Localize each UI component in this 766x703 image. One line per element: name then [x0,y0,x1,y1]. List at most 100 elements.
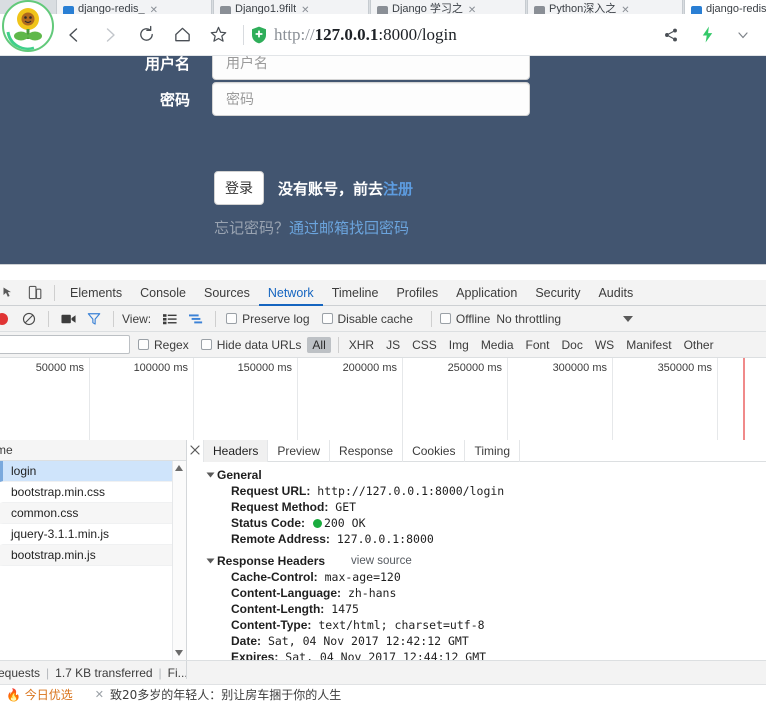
filter-type-ws[interactable]: WS [590,337,619,353]
detail-tab-preview[interactable]: Preview [268,440,331,462]
green-shield-icon[interactable] [251,26,267,44]
filter-button[interactable] [81,307,107,331]
hot-label-text: 今日优选 [24,687,73,702]
list-view-button[interactable] [157,307,183,331]
general-section-header[interactable]: General [206,468,766,482]
share-button[interactable] [653,17,689,53]
throttling-select[interactable]: No throttling [496,312,561,326]
browser-tab[interactable]: Django 学习之 ✕ [370,0,526,14]
tab-close-icon[interactable]: ✕ [621,5,629,14]
filter-type-css[interactable]: CSS [407,337,442,353]
username-input[interactable]: 用户名 [212,56,530,80]
network-timeline-ruler[interactable]: 50000 ms 100000 ms 150000 ms 200000 ms 2… [0,358,766,441]
request-row[interactable]: bootstrap.min.js [0,545,186,566]
close-icon[interactable]: ✕ [95,688,104,701]
timeline-tick-label: 50000 ms [35,362,84,374]
request-list-header[interactable]: me [0,440,186,461]
tab-title: Django1.9filt [235,3,297,14]
detail-tab-response[interactable]: Response [330,440,404,462]
browser-tab-active[interactable]: django-redis [684,0,766,14]
tab-elements[interactable]: Elements [61,280,131,306]
disable-cache-checkbox[interactable]: Disable cache [321,311,413,326]
forgot-password-link[interactable]: 通过邮箱找回密码 [289,219,409,237]
tab-close-icon[interactable]: ✕ [468,5,476,14]
filter-type-all[interactable]: All [307,336,331,353]
close-detail-button[interactable] [187,442,203,458]
tab-audits[interactable]: Audits [589,280,642,306]
timeline-tick-label: 150000 ms [237,362,292,374]
request-row[interactable]: common.css [0,503,186,524]
hide-data-urls-checkbox[interactable]: Hide data URLs [200,338,301,352]
green-lightning-icon [702,26,712,43]
chevron-down-icon[interactable] [623,315,634,322]
filter-input[interactable]: ter [0,334,130,354]
browser-tabstrip: django-redis_ ✕ Django1.9filt ✕ Django 学… [0,0,766,14]
filter-type-xhr[interactable]: XHR [344,337,379,353]
password-input[interactable]: 密码 [212,82,530,116]
menu-chevron-button[interactable] [725,17,761,53]
tab-network[interactable]: Network [258,280,323,306]
news-text[interactable]: 致20多岁的年轻人：别让房车捆于你的人生 [110,686,341,703]
detail-tab-cookies[interactable]: Cookies [403,440,466,462]
signup-link[interactable]: 注册 [383,180,413,198]
header-row: Remote Address: 127.0.0.1:8000 [231,531,766,547]
back-button[interactable] [56,17,92,53]
tab-timeline[interactable]: Timeline [323,280,388,306]
network-content-split: me login bootstrap.min.css common.css jq… [0,440,766,661]
triangle-expanded-icon [206,558,215,564]
regex-checkbox[interactable]: Regex [138,338,189,352]
browser-tab[interactable]: Django1.9filt ✕ [213,0,369,14]
inspect-element-button[interactable] [0,281,22,305]
devtools-panel: Elements Console Sources Network Timelin… [0,264,766,685]
filter-type-doc[interactable]: Doc [557,337,588,353]
login-button[interactable]: 登录 [214,171,264,205]
hot-label[interactable]: 🔥 今日优选 [6,686,73,703]
device-toolbar-button[interactable] [22,281,48,305]
tab-close-icon[interactable]: ✕ [150,5,158,14]
home-button[interactable] [164,17,200,53]
timeline-tick-label: 200000 ms [342,362,397,374]
view-source-link[interactable]: view source [351,555,412,567]
tab-close-icon[interactable]: ✕ [301,5,309,14]
record-button-icon[interactable] [0,312,8,325]
filter-type-media[interactable]: Media [476,337,519,353]
browser-tab[interactable]: Python深入之 ✕ [527,0,683,14]
request-row[interactable]: bootstrap.min.css [0,482,186,503]
capture-screenshots-button[interactable] [55,307,81,331]
general-section-title: General [217,468,262,482]
scroll-up-arrow-icon[interactable] [175,465,183,471]
turbo-button[interactable] [689,17,725,53]
request-list-scrollbar[interactable] [172,461,186,660]
detail-tab-timing[interactable]: Timing [465,440,521,462]
detail-tab-headers[interactable]: Headers [203,440,269,462]
triangle-expanded-icon [206,472,215,478]
waterfall-view-button[interactable] [183,307,209,331]
disable-cache-label: Disable cache [337,311,413,326]
response-headers-section-header[interactable]: Response Headers view source [206,554,766,568]
tab-favicon-icon [63,6,74,14]
browser-tab[interactable]: django-redis_ ✕ [56,0,212,14]
request-name: common.css [11,506,79,520]
filter-type-manifest[interactable]: Manifest [621,337,676,353]
tab-sources[interactable]: Sources [195,280,259,306]
filter-type-js[interactable]: JS [381,337,405,353]
bookmark-button[interactable] [200,17,236,53]
reload-button[interactable] [128,17,164,53]
filter-type-font[interactable]: Font [521,337,555,353]
tab-console[interactable]: Console [131,280,195,306]
header-value: Sat, 04 Nov 2017 12:42:12 GMT [267,634,469,648]
tab-application[interactable]: Application [447,280,526,306]
request-row[interactable]: jquery-3.1.1.min.js [0,524,186,545]
offline-checkbox[interactable]: Offline [439,312,490,326]
filter-type-other[interactable]: Other [679,337,719,353]
avatar[interactable] [2,0,54,52]
filter-type-img[interactable]: Img [444,337,474,353]
request-row[interactable]: login [0,461,186,482]
preserve-log-checkbox[interactable]: Preserve log [226,312,310,326]
scroll-down-arrow-icon[interactable] [175,650,183,656]
address-bar[interactable]: http://127.0.0.1:8000/login [274,25,457,45]
tab-profiles[interactable]: Profiles [387,280,447,306]
tab-security[interactable]: Security [526,280,589,306]
clear-button[interactable] [16,307,42,331]
timeline-tick: 350000 ms [613,358,718,440]
